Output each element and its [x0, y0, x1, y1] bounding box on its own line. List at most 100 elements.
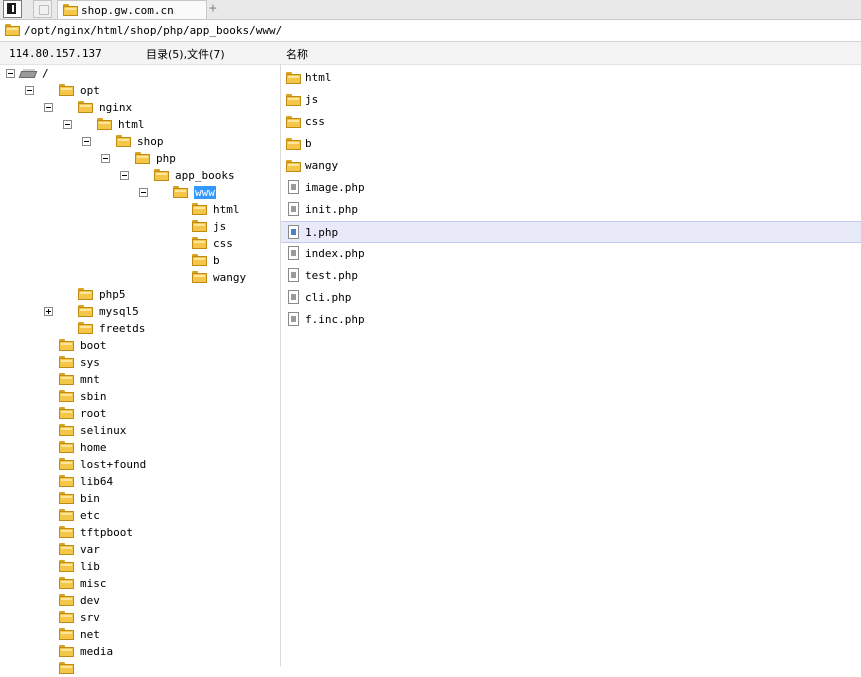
- tree-node[interactable]: [0, 660, 279, 677]
- tree-node[interactable]: boot: [0, 337, 279, 354]
- column-header-name[interactable]: 名称: [286, 46, 308, 62]
- tree-node-label: /: [42, 67, 49, 80]
- tree-node[interactable]: mysql5: [0, 303, 279, 320]
- tree-node[interactable]: nginx: [0, 99, 279, 116]
- php-file-icon: [288, 225, 299, 239]
- tree-node-label: www: [194, 186, 216, 199]
- item-summary: 目录(5),文件(7): [146, 48, 225, 61]
- folder-icon: [286, 116, 301, 128]
- file-name: 1.php: [305, 226, 339, 239]
- expand-icon[interactable]: [44, 307, 53, 316]
- panel-toggle-button[interactable]: [3, 0, 22, 18]
- tree-node[interactable]: lib: [0, 558, 279, 575]
- tree-node[interactable]: html: [0, 201, 279, 218]
- file-row[interactable]: css: [281, 111, 861, 133]
- tree-node[interactable]: html: [0, 116, 279, 133]
- tree-node[interactable]: css: [0, 235, 279, 252]
- tab-bar: shop.gw.com.cn +: [0, 0, 861, 20]
- tree-node[interactable]: shop: [0, 133, 279, 150]
- file-row[interactable]: init.php: [281, 199, 861, 221]
- collapse-icon[interactable]: [25, 86, 34, 95]
- file-row[interactable]: image.php: [281, 177, 861, 199]
- tree-node[interactable]: var: [0, 541, 279, 558]
- tree-node[interactable]: selinux: [0, 422, 279, 439]
- tree-node[interactable]: wangy: [0, 269, 279, 286]
- folder-icon: [59, 84, 74, 96]
- folder-icon: [59, 594, 74, 606]
- tree-node-label: selinux: [80, 424, 127, 437]
- php-file-icon: [288, 202, 299, 216]
- tree-node[interactable]: b: [0, 252, 279, 269]
- tree-node[interactable]: freetds: [0, 320, 279, 337]
- path-input[interactable]: /opt/nginx/html/shop/php/app_books/www/: [24, 24, 282, 37]
- tree-node[interactable]: lib64: [0, 473, 279, 490]
- folder-icon: [192, 254, 207, 266]
- tree-node[interactable]: lost+found: [0, 456, 279, 473]
- tree-node[interactable]: home: [0, 439, 279, 456]
- tree-node-label: css: [213, 237, 233, 250]
- file-row[interactable]: b: [281, 133, 861, 155]
- tree-node-label: etc: [80, 509, 100, 522]
- folder-icon: [78, 101, 93, 113]
- tree-node[interactable]: bin: [0, 490, 279, 507]
- tree-node[interactable]: js: [0, 218, 279, 235]
- tree-node[interactable]: srv: [0, 609, 279, 626]
- folder-icon: [59, 441, 74, 453]
- collapse-icon[interactable]: [44, 103, 53, 112]
- file-row[interactable]: test.php: [281, 265, 861, 287]
- tree-node[interactable]: opt: [0, 82, 279, 99]
- collapse-icon[interactable]: [82, 137, 91, 146]
- tree-node[interactable]: sys: [0, 354, 279, 371]
- file-row[interactable]: f.inc.php: [281, 309, 861, 331]
- tree-node[interactable]: tftpboot: [0, 524, 279, 541]
- tree-node-label: lib: [80, 560, 100, 573]
- tree-node[interactable]: php5: [0, 286, 279, 303]
- file-row[interactable]: 1.php: [281, 221, 861, 243]
- collapse-icon[interactable]: [6, 69, 15, 78]
- collapse-icon[interactable]: [101, 154, 110, 163]
- tree-node[interactable]: www: [0, 184, 279, 201]
- php-file-icon: [288, 268, 299, 282]
- folder-icon: [59, 424, 74, 436]
- folder-icon: [154, 169, 169, 181]
- tree-node-label: var: [80, 543, 100, 556]
- file-row[interactable]: index.php: [281, 243, 861, 265]
- tree-node[interactable]: misc: [0, 575, 279, 592]
- panel-icon: [7, 3, 16, 14]
- file-row[interactable]: wangy: [281, 155, 861, 177]
- collapse-icon[interactable]: [63, 120, 72, 129]
- tree-node-label: lib64: [80, 475, 114, 488]
- tree-node-label: media: [80, 645, 114, 658]
- tree-node[interactable]: root: [0, 405, 279, 422]
- tree-node-label: freetds: [99, 322, 146, 335]
- file-name: f.inc.php: [305, 313, 365, 326]
- tree-node-label: sys: [80, 356, 100, 369]
- tree-node[interactable]: mnt: [0, 371, 279, 388]
- tree-node-label: mysql5: [99, 305, 139, 318]
- file-row[interactable]: js: [281, 89, 861, 111]
- path-bar[interactable]: /opt/nginx/html/shop/php/app_books/www/: [0, 20, 861, 42]
- file-row[interactable]: cli.php: [281, 287, 861, 309]
- tab-shop[interactable]: shop.gw.com.cn: [57, 0, 207, 19]
- collapse-icon[interactable]: [120, 171, 129, 180]
- tree-node[interactable]: etc: [0, 507, 279, 524]
- tree-node[interactable]: /: [0, 65, 279, 82]
- tree-node-label: root: [80, 407, 107, 420]
- collapse-icon[interactable]: [139, 188, 148, 197]
- new-tab-button[interactable]: +: [209, 1, 217, 16]
- folder-icon: [59, 458, 74, 470]
- file-row[interactable]: html: [281, 67, 861, 89]
- tree-node-label: b: [213, 254, 220, 267]
- tree-node[interactable]: dev: [0, 592, 279, 609]
- view-toggle-button[interactable]: [33, 0, 52, 18]
- tree-node-label: sbin: [80, 390, 107, 403]
- tree-node[interactable]: app_books: [0, 167, 279, 184]
- tree-node[interactable]: php: [0, 150, 279, 167]
- folder-icon: [59, 526, 74, 538]
- folder-icon: [5, 24, 20, 36]
- tree-node[interactable]: net: [0, 626, 279, 643]
- tree-node-label: nginx: [99, 101, 133, 114]
- folder-icon: [59, 407, 74, 419]
- tree-node[interactable]: media: [0, 643, 279, 660]
- tree-node[interactable]: sbin: [0, 388, 279, 405]
